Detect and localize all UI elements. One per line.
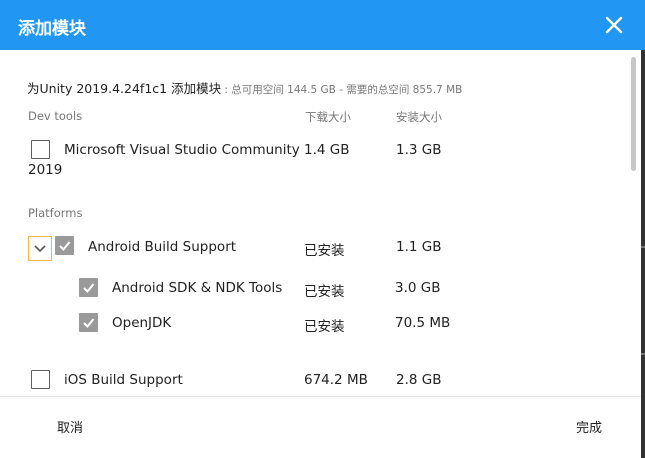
dialog-footer: 取消 完成 <box>0 396 641 458</box>
install-size-openjdk: 70.5 MB <box>395 315 451 331</box>
close-icon[interactable] <box>600 11 628 39</box>
module-name-android-build-support: Android Build Support <box>88 239 237 255</box>
module-name-android-sdk-ndk: Android SDK & NDK Tools <box>112 280 283 296</box>
checkbox-openjdk[interactable] <box>79 313 98 332</box>
module-name-ios-build-support: iOS Build Support <box>64 372 183 388</box>
background-edge-mark <box>641 353 645 355</box>
install-size-ios-build-support: 2.8 GB <box>396 372 442 388</box>
check-icon <box>59 241 71 251</box>
space-summary: 为Unity 2019.4.24f1c1 添加模块 : 总可用空间 144.5 … <box>27 78 462 97</box>
chevron-down-icon <box>34 245 46 253</box>
cancel-button[interactable]: 取消 <box>57 417 83 436</box>
module-name-visual-studio: Microsoft Visual Studio Community <box>64 142 300 158</box>
module-list: 为Unity 2019.4.24f1c1 添加模块 : 总可用空间 144.5 … <box>0 50 645 396</box>
install-size-visual-studio: 1.3 GB <box>396 142 442 158</box>
section-platforms-label: Platforms <box>28 206 83 220</box>
module-name-openjdk: OpenJDK <box>112 315 172 331</box>
download-size-android-build-support: 已安装 <box>304 243 345 259</box>
expand-android-button[interactable] <box>28 236 52 261</box>
summary-space: : 总可用空间 144.5 GB - 需要的总空间 855.7 MB <box>221 84 463 96</box>
column-download-size: 下载大小 <box>305 110 351 124</box>
install-size-android-sdk-ndk: 3.0 GB <box>395 280 441 296</box>
download-size-android-sdk-ndk: 已安装 <box>304 284 345 300</box>
download-size-ios-build-support: 674.2 MB <box>304 372 368 388</box>
download-size-visual-studio: 1.4 GB <box>304 142 350 158</box>
check-icon <box>83 318 95 328</box>
install-size-android-build-support: 1.1 GB <box>396 239 442 255</box>
dialog-titlebar: 添加模块 <box>0 0 645 50</box>
section-dev-tools-label: Dev tools <box>28 109 83 123</box>
background-window-edge <box>641 50 645 458</box>
check-icon <box>83 283 95 293</box>
checkbox-android-sdk-ndk[interactable] <box>79 278 98 297</box>
scrollbar-thumb[interactable] <box>631 57 636 171</box>
column-install-size: 安装大小 <box>396 110 442 124</box>
done-button[interactable]: 完成 <box>576 417 602 436</box>
checkbox-android-build-support[interactable] <box>55 236 74 255</box>
dialog-title: 添加模块 <box>18 19 86 39</box>
module-name-visual-studio-line2: 2019 <box>28 162 63 178</box>
background-edge-mark <box>641 246 645 248</box>
checkbox-ios-build-support[interactable] <box>31 370 50 389</box>
download-size-openjdk: 已安装 <box>304 319 345 335</box>
summary-version: 为Unity 2019.4.24f1c1 添加模块 <box>27 81 222 96</box>
checkbox-visual-studio[interactable] <box>31 140 50 159</box>
